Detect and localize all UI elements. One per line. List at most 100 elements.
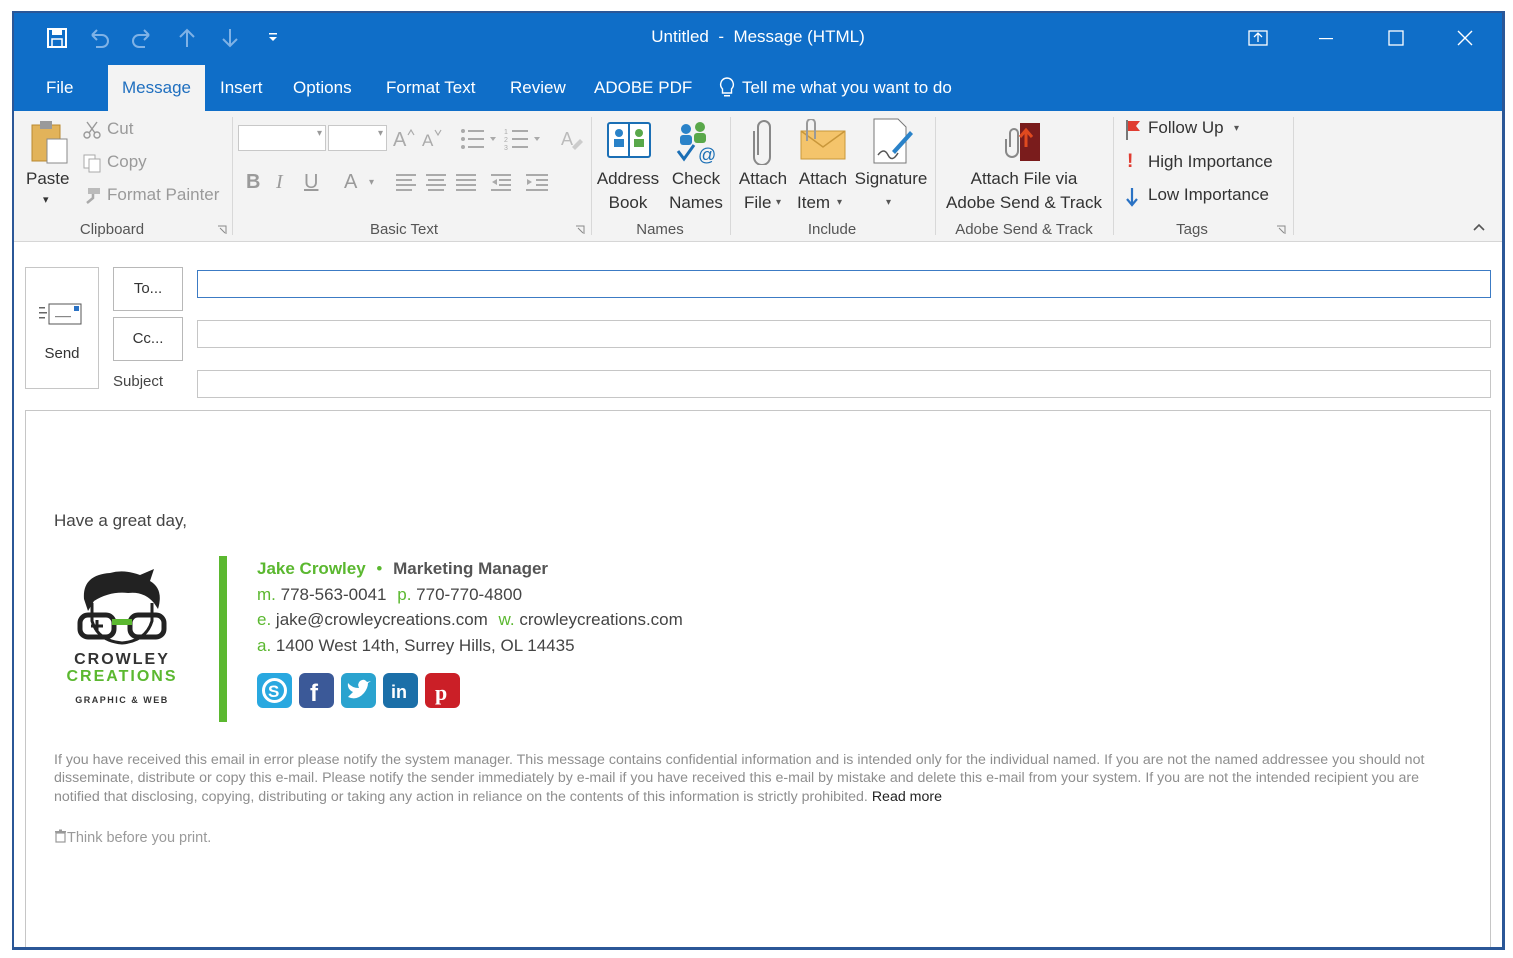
address-text: 1400 West 14th, Surrey Hills, OL 14435 [275, 636, 575, 655]
subject-field[interactable] [197, 370, 1491, 398]
svg-text:1: 1 [504, 129, 508, 136]
svg-text:S: S [268, 682, 279, 701]
title-bar: Untitled - Message (HTML) [14, 13, 1502, 65]
website-link[interactable]: crowleycreations.com [519, 610, 682, 629]
signature-bullet: • [376, 559, 383, 578]
signature-title: Marketing Manager [393, 559, 549, 578]
signature-button[interactable]: Signature ▾ [852, 115, 930, 215]
svg-text:f: f [310, 680, 319, 707]
adobe-group-label: Adobe Send & Track [955, 221, 1093, 238]
crowley-creations-logo: CROWLEY CREATIONS GRAPHIC & WEB [54, 569, 190, 714]
outlook-message-window: Untitled - Message (HTML) File Message I… [12, 11, 1505, 950]
signature-label: Signature [854, 169, 928, 188]
tags-group-label: Tags [1176, 221, 1208, 238]
copy-icon [83, 154, 101, 173]
attach-item-button[interactable]: Attach Item ▾ [794, 115, 852, 215]
close-icon[interactable] [1449, 23, 1481, 53]
font-name-chevron-icon: ▾ [316, 128, 322, 139]
basic-text-launcher-icon[interactable] [575, 225, 585, 235]
tab-options[interactable]: Options [279, 65, 366, 111]
tab-message[interactable]: Message [108, 65, 205, 111]
tab-insert[interactable]: Insert [206, 65, 277, 111]
high-importance-label: High Importance [1148, 152, 1273, 171]
signature-phone-line: m. 778-563-0041 p. 770-770-4800 [257, 585, 522, 605]
adobe-send-track-icon [1005, 123, 1040, 161]
alignment-buttons[interactable] [396, 171, 520, 195]
skype-icon[interactable]: S [257, 673, 292, 708]
svg-text:A: A [561, 129, 573, 149]
font-name-dropdown[interactable]: ▾ [238, 125, 326, 151]
tags-launcher-icon[interactable] [1276, 225, 1286, 235]
message-body[interactable]: Have a great day, CROWLEY CREATIONS GRAP… [25, 410, 1491, 947]
scissors-icon [83, 121, 101, 139]
greeting-text: Have a great day, [54, 511, 187, 530]
signature-name: Jake Crowley [257, 559, 366, 578]
tab-file[interactable]: File [32, 65, 87, 111]
low-importance-button[interactable]: Low Importance [1122, 184, 1287, 210]
copy-button[interactable]: Copy [107, 152, 147, 172]
address-book-button[interactable]: Address Book [594, 115, 662, 215]
cc-button[interactable]: Cc... [113, 317, 183, 361]
send-button[interactable]: Send [25, 267, 99, 389]
grow-font-icon[interactable]: A [392, 127, 416, 149]
check-names-button[interactable]: @ Check Names [664, 115, 728, 215]
attach-item-label-2: Item [797, 193, 831, 212]
shrink-font-icon[interactable]: A [420, 127, 444, 149]
increase-indent-icon[interactable] [526, 171, 550, 195]
email-link[interactable]: jake@crowleycreations.com [276, 610, 488, 629]
email-label: e. [257, 610, 272, 629]
names-group-label: Names [636, 221, 684, 238]
check-names-label-2: Names [669, 193, 723, 212]
minimize-icon[interactable] [1310, 23, 1342, 53]
tell-me-search[interactable]: Tell me what you want to do [718, 65, 952, 111]
attach-file-button[interactable]: Attach File ▾ [734, 115, 792, 215]
check-names-icon: @ [676, 122, 716, 165]
maximize-icon[interactable] [1380, 23, 1412, 53]
tab-review[interactable]: Review [496, 65, 580, 111]
phone-label: p. [397, 585, 412, 604]
signature-name-line: Jake Crowley • Marketing Manager [257, 559, 548, 579]
bold-button[interactable]: B [246, 171, 260, 194]
cc-field[interactable] [197, 320, 1491, 348]
collapse-ribbon-icon[interactable] [1472, 221, 1486, 233]
check-names-label-1: Check [671, 169, 721, 188]
group-separator [935, 117, 936, 235]
read-more-link[interactable]: Read more [872, 789, 942, 805]
tab-adobe-pdf[interactable]: ADOBE PDF [580, 65, 706, 111]
group-separator [232, 117, 233, 235]
follow-up-button[interactable]: Follow Up ▾ [1122, 117, 1242, 143]
underline-button[interactable]: U [304, 171, 318, 194]
attach-file-via-adobe-button[interactable]: Attach File via Adobe Send & Track [938, 115, 1110, 215]
tell-me-text: Tell me what you want to do [742, 78, 952, 97]
low-importance-label: Low Importance [1148, 185, 1269, 204]
clipboard-launcher-icon[interactable] [217, 225, 227, 235]
font-color-button[interactable]: A [344, 171, 357, 194]
tab-format-text[interactable]: Format Text [372, 65, 489, 111]
paste-button[interactable]: Paste ▾ [20, 115, 78, 211]
ribbon-display-options-icon[interactable] [1242, 23, 1274, 53]
italic-button[interactable]: I [276, 171, 283, 194]
to-field[interactable] [197, 270, 1491, 298]
flag-icon [1126, 120, 1140, 140]
paste-icon [31, 121, 68, 164]
signature-chevron-icon: ▾ [886, 197, 892, 208]
to-button[interactable]: To... [113, 267, 183, 311]
bullets-icon[interactable] [460, 127, 500, 151]
clear-formatting-icon[interactable]: A [560, 127, 584, 151]
high-importance-button[interactable]: ! High Importance [1122, 151, 1287, 177]
attach-item-chevron-icon: ▾ [837, 197, 843, 208]
svg-text:p: p [435, 680, 447, 705]
numbering-icon[interactable]: 123 [504, 127, 544, 151]
pinterest-icon[interactable]: p [425, 673, 460, 708]
font-size-dropdown[interactable]: ▾ [328, 125, 387, 151]
linkedin-icon[interactable]: in [383, 673, 418, 708]
svg-text:A: A [393, 129, 407, 149]
attach-file-label-2: File [744, 193, 772, 212]
attach-file-chevron-icon: ▾ [776, 197, 782, 208]
facebook-icon[interactable]: f [299, 673, 334, 708]
disclaimer-text: If you have received this email in error… [54, 751, 1444, 806]
cut-button[interactable]: Cut [107, 119, 133, 139]
website-label: w. [498, 610, 515, 629]
format-painter-button[interactable]: Format Painter [107, 185, 219, 205]
twitter-icon[interactable] [341, 673, 376, 708]
